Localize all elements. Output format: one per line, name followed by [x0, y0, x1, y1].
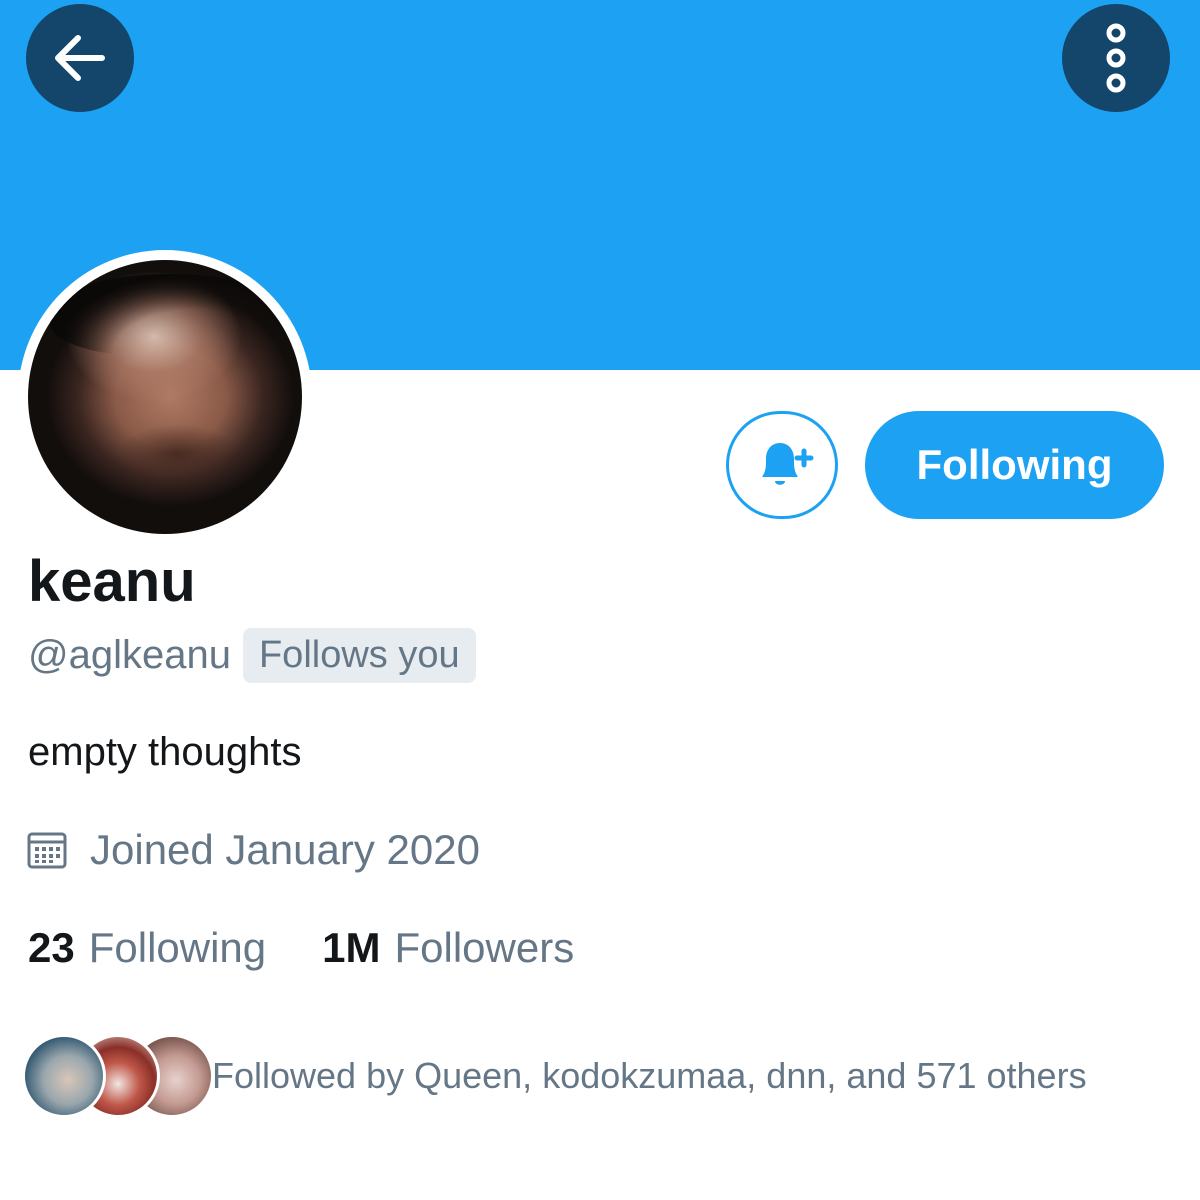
followed-by-text: Followed by Queen, kodokzumaa, dnn, and …	[212, 1055, 1087, 1096]
profile-avatar[interactable]	[18, 250, 312, 544]
follow-stats: 23 Following 1M Followers	[28, 924, 574, 972]
following-stat[interactable]: 23 Following	[28, 924, 266, 972]
mutual-avatars	[22, 1034, 214, 1118]
back-button[interactable]	[26, 4, 134, 112]
followers-count: 1M	[322, 924, 381, 971]
user-handle: @aglkeanu	[28, 633, 231, 677]
display-name: keanu	[28, 549, 196, 614]
followers-stat[interactable]: 1M Followers	[322, 924, 574, 972]
handle-row: @aglkeanu Follows you	[28, 628, 476, 683]
profile-page: Following keanu @aglkeanu Follows you em…	[0, 0, 1200, 1200]
more-options-button[interactable]	[1062, 4, 1170, 112]
following-label: Following	[88, 924, 267, 971]
followed-by-row[interactable]: Followed by Queen, kodokzumaa, dnn, and …	[22, 1034, 1087, 1118]
calendar-icon	[27, 832, 67, 869]
profile-bio: empty thoughts	[28, 730, 302, 774]
avatar-photo	[28, 260, 302, 534]
mutual-avatar	[22, 1034, 106, 1118]
followers-label: Followers	[394, 924, 575, 971]
more-vertical-icon	[1106, 23, 1126, 93]
joined-date-row: Joined January 2020	[26, 826, 480, 874]
following-count: 23	[28, 924, 75, 971]
notifications-button[interactable]	[726, 411, 838, 519]
following-button[interactable]: Following	[865, 411, 1164, 519]
arrow-left-icon	[55, 35, 105, 81]
joined-date: Joined January 2020	[90, 826, 480, 873]
follows-you-badge: Follows you	[242, 628, 476, 683]
bell-plus-icon	[762, 443, 814, 485]
